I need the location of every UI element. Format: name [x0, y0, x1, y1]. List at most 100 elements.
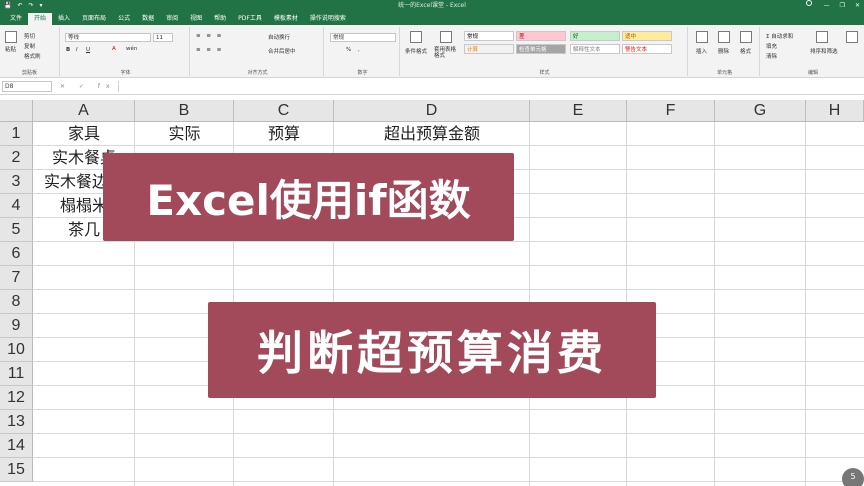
tab-file[interactable]: 文件 — [4, 13, 28, 25]
cell-style-7[interactable]: 警告文本 — [622, 44, 672, 54]
conditional-format-icon[interactable] — [410, 31, 422, 43]
comma-button[interactable]: , — [358, 47, 360, 53]
search-icon[interactable] — [805, 0, 812, 6]
alignment-label: 对齐方式 — [247, 70, 268, 76]
paste-button[interactable]: 粘贴 — [5, 45, 16, 53]
cell-a1[interactable]: 家具 — [33, 122, 135, 146]
tab-templates[interactable]: 模板素材 — [268, 13, 304, 25]
tab-review[interactable]: 审阅 — [160, 13, 184, 25]
formula-controls[interactable]: ✕ ✓ fx — [60, 81, 116, 92]
sort-filter-icon[interactable] — [816, 31, 828, 43]
column-header-a[interactable]: A — [33, 100, 135, 122]
format-cells-icon[interactable] — [740, 31, 752, 43]
column-header-c[interactable]: C — [234, 100, 334, 122]
wrap-text-button[interactable]: 自动换行 — [268, 33, 290, 41]
row-header-15[interactable]: 15 — [0, 458, 33, 482]
copy-button[interactable]: 复制 — [24, 42, 35, 50]
bold-button[interactable]: B — [66, 47, 70, 53]
align-icons[interactable]: ≡ ≡ ≡ — [196, 33, 223, 39]
tab-pdf-tools[interactable]: PDF工具 — [232, 13, 268, 25]
cell-style-6[interactable]: 解释性文本 — [570, 44, 620, 54]
row-header-6[interactable]: 6 — [0, 242, 33, 266]
insert-cells-button[interactable]: 插入 — [696, 47, 707, 55]
align-icons-2[interactable]: ≡ ≡ ≡ — [196, 47, 223, 53]
find-select-icon[interactable] — [846, 31, 858, 43]
underline-button[interactable]: U — [86, 47, 90, 53]
cell-style-0[interactable]: 常规 — [464, 31, 514, 41]
font-size-select[interactable]: 11 — [153, 33, 173, 42]
row-header-13[interactable]: 13 — [0, 410, 33, 434]
row-header-9[interactable]: 9 — [0, 314, 33, 338]
clear-button[interactable]: 清除 — [766, 52, 777, 60]
fill-button[interactable]: 填充 — [766, 42, 777, 50]
number-format-select[interactable]: 常规 — [330, 33, 396, 42]
row-header-11[interactable]: 11 — [0, 362, 33, 386]
tab-insert[interactable]: 插入 — [52, 13, 76, 25]
formula-input[interactable] — [118, 81, 860, 92]
column-divider — [714, 122, 715, 486]
font-color-icon[interactable]: A — [112, 46, 116, 52]
cell-style-1[interactable]: 差 — [516, 31, 566, 41]
row-header-1[interactable]: 1 — [0, 122, 33, 146]
select-all-corner[interactable] — [0, 100, 33, 122]
percent-button[interactable]: % — [346, 47, 351, 53]
restore-icon[interactable]: ❐ — [840, 0, 845, 12]
format-painter-button[interactable]: 格式刷 — [24, 52, 41, 60]
cell-d1[interactable]: 超出预算金额 — [334, 122, 530, 146]
tab-help[interactable]: 帮助 — [208, 13, 232, 25]
row-header-12[interactable]: 12 — [0, 386, 33, 410]
sort-filter-button[interactable]: 排序和筛选 — [810, 47, 838, 55]
cut-button[interactable]: 剪切 — [24, 32, 35, 40]
delete-cells-icon[interactable] — [718, 31, 730, 43]
cell-style-4[interactable]: 计算 — [464, 44, 514, 54]
insert-cells-icon[interactable] — [696, 31, 708, 43]
tab-page-layout[interactable]: 页面布局 — [76, 13, 112, 25]
cell-c1[interactable]: 预算 — [234, 122, 334, 146]
format-table-icon[interactable] — [440, 31, 452, 43]
italic-button[interactable]: I — [76, 47, 78, 53]
subtitle-banner: 判断超预算消费 — [208, 302, 656, 398]
format-cells-button[interactable]: 格式 — [740, 47, 751, 55]
cell-style-2[interactable]: 好 — [570, 31, 620, 41]
merge-center-button[interactable]: 合并后居中 — [268, 47, 296, 55]
cell-style-5[interactable]: 检查单元格 — [516, 44, 566, 54]
title-banner: Excel使用if函数 — [103, 153, 514, 241]
tab-formulas[interactable]: 公式 — [112, 13, 136, 25]
row-header-4[interactable]: 4 — [0, 194, 33, 218]
tell-me-search[interactable]: 操作说明搜索 — [304, 13, 352, 25]
column-header-g[interactable]: G — [715, 100, 806, 122]
column-header-h[interactable]: H — [806, 100, 864, 122]
row-header-5[interactable]: 5 — [0, 218, 33, 242]
cells-group: 插入 删除 格式 单元格 — [690, 27, 760, 76]
font-group: 等线 11 B I U A wén 字体 — [62, 27, 190, 76]
column-header-d[interactable]: D — [334, 100, 530, 122]
row-header-10[interactable]: 10 — [0, 338, 33, 362]
row-header-3[interactable]: 3 — [0, 170, 33, 194]
styles-label: 样式 — [539, 70, 550, 76]
format-as-table-button[interactable]: 套用表格格式 — [434, 47, 458, 59]
styles-group: 条件格式 套用表格格式 常规差好适中计算 检查单元格 解释性文本 警告文本 样式 — [402, 27, 688, 76]
conditional-format-button[interactable]: 条件格式 — [405, 47, 427, 55]
clipboard-label: 剪贴板 — [21, 70, 37, 76]
cell-style-3[interactable]: 适中 — [622, 31, 672, 41]
paste-icon[interactable] — [5, 31, 17, 43]
column-header-e[interactable]: E — [530, 100, 627, 122]
tab-home[interactable]: 开始 — [28, 13, 53, 25]
minimize-icon[interactable]: — — [824, 0, 830, 12]
row-header-2[interactable]: 2 — [0, 146, 33, 170]
tab-view[interactable]: 视图 — [184, 13, 208, 25]
autosum-button[interactable]: Σ 自动求和 — [766, 32, 793, 40]
row-header-7[interactable]: 7 — [0, 266, 33, 290]
delete-cells-button[interactable]: 删除 — [718, 47, 729, 55]
cells-label: 单元格 — [716, 70, 732, 76]
phonetic-button[interactable]: wén — [126, 46, 137, 52]
column-header-f[interactable]: F — [627, 100, 715, 122]
cell-b1[interactable]: 实际 — [135, 122, 234, 146]
font-name-select[interactable]: 等线 — [65, 33, 151, 42]
name-box[interactable]: D8 — [2, 81, 52, 92]
close-icon[interactable]: ✕ — [855, 0, 860, 12]
tab-data[interactable]: 数据 — [136, 13, 160, 25]
row-header-8[interactable]: 8 — [0, 290, 33, 314]
row-header-14[interactable]: 14 — [0, 434, 33, 458]
column-header-b[interactable]: B — [135, 100, 234, 122]
